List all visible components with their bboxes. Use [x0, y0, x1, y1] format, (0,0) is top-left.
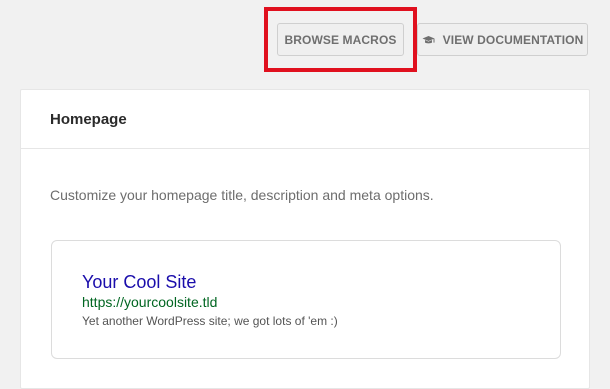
- graduation-cap-icon: [422, 35, 435, 45]
- search-preview: Your Cool Site https://yourcoolsite.tld …: [51, 240, 561, 359]
- preview-title: Your Cool Site: [82, 272, 197, 292]
- card-title: Homepage: [50, 110, 127, 128]
- browse-macros-button[interactable]: BROWSE MACROS: [277, 23, 404, 56]
- view-documentation-button[interactable]: VIEW DOCUMENTATION: [417, 23, 588, 56]
- homepage-card: Homepage Customize your homepage title, …: [20, 89, 590, 389]
- preview-description: Yet another WordPress site; we got lots …: [82, 314, 338, 328]
- card-header: Homepage: [21, 90, 589, 149]
- toolbar: BROWSE MACROS VIEW DOCUMENTATION: [0, 0, 610, 90]
- view-documentation-label: VIEW DOCUMENTATION: [442, 32, 584, 47]
- card-description: Customize your homepage title, descripti…: [50, 187, 434, 203]
- preview-url: https://yourcoolsite.tld: [82, 294, 218, 310]
- browse-macros-label: BROWSE MACROS: [284, 32, 397, 47]
